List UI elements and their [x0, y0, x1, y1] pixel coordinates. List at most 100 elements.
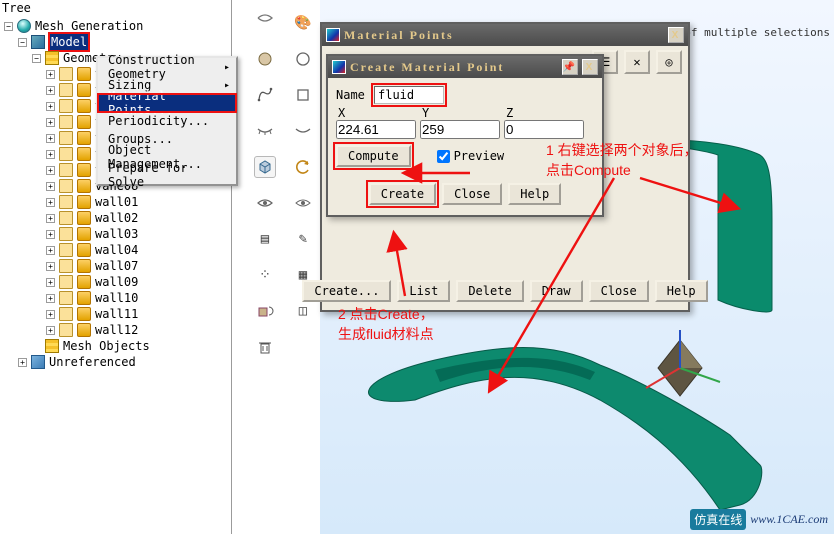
- annotation-1: 1 右键选择两个对象后， 点击Compute: [546, 140, 698, 180]
- compute-button[interactable]: Compute: [336, 145, 411, 167]
- expander-icon[interactable]: +: [46, 246, 55, 255]
- context-menu-item[interactable]: Prepare for Solve: [98, 166, 236, 184]
- create-button[interactable]: Create...: [302, 280, 391, 302]
- tree-row-root[interactable]: − Mesh Generation: [4, 18, 231, 34]
- sphere-icon[interactable]: [254, 48, 276, 70]
- folder-icon: [59, 195, 73, 209]
- expander-icon[interactable]: −: [18, 38, 27, 47]
- delete-button[interactable]: Delete: [456, 280, 523, 302]
- circle-tool-icon[interactable]: [292, 48, 314, 70]
- tree-row[interactable]: +wall09: [4, 274, 231, 290]
- select-icon[interactable]: ◫: [292, 300, 314, 322]
- list-button[interactable]: List: [397, 280, 450, 302]
- expander-icon[interactable]: +: [46, 294, 55, 303]
- z-input[interactable]: [504, 120, 584, 139]
- trash-icon[interactable]: [254, 336, 276, 358]
- part-icon: [77, 307, 91, 321]
- expander-icon[interactable]: +: [46, 214, 55, 223]
- watermark-url: www.1CAE.com: [750, 512, 828, 527]
- context-menu-item[interactable]: Material Points...: [98, 94, 236, 112]
- tree-row[interactable]: +wall11: [4, 306, 231, 322]
- expander-icon[interactable]: +: [46, 310, 55, 319]
- y-label: Y: [420, 106, 504, 120]
- part-icon: [77, 243, 91, 257]
- tree-row-model[interactable]: − Model: [4, 34, 231, 50]
- tree-row-unref[interactable]: + Unreferenced: [4, 354, 231, 370]
- x-label: X: [336, 106, 420, 120]
- tree-row[interactable]: + wall03: [4, 226, 231, 242]
- context-menu-item[interactable]: Construction Geometry: [98, 58, 236, 76]
- name-label: Name: [336, 88, 370, 102]
- expander-icon[interactable]: +: [18, 358, 27, 367]
- folder-icon: [59, 131, 73, 145]
- titlebar[interactable]: Material Points X: [322, 24, 688, 46]
- expander-icon[interactable]: +: [46, 326, 55, 335]
- folder-icon: [59, 83, 73, 97]
- square-tool-icon[interactable]: [292, 84, 314, 106]
- palette-icon[interactable]: 🎨: [292, 12, 314, 34]
- expander-icon[interactable]: +: [46, 230, 55, 239]
- tree-row[interactable]: + wall04: [4, 242, 231, 258]
- expander-icon[interactable]: −: [32, 54, 41, 63]
- expander-icon[interactable]: +: [46, 182, 55, 191]
- cube-select-icon[interactable]: [254, 156, 276, 178]
- x-input[interactable]: [336, 120, 416, 139]
- shape-rotate-icon[interactable]: [254, 300, 276, 322]
- part-icon: [77, 163, 91, 177]
- edit-tool-icon[interactable]: ✎: [292, 228, 314, 250]
- tree-row[interactable]: +wall07: [4, 258, 231, 274]
- nodes-icon[interactable]: ⁘: [254, 264, 276, 286]
- expander-icon[interactable]: +: [46, 166, 55, 175]
- draw-button[interactable]: Draw: [530, 280, 583, 302]
- tree-row[interactable]: + wall01: [4, 194, 231, 210]
- tree-label-item: wall03: [95, 226, 138, 242]
- part-icon: [77, 291, 91, 305]
- titlebar[interactable]: Create Material Point 📌 X: [328, 56, 602, 78]
- eye-open-icon[interactable]: [254, 192, 276, 214]
- spline-icon[interactable]: [254, 12, 276, 34]
- pin-icon[interactable]: 📌: [562, 59, 578, 75]
- close-button[interactable]: Close: [442, 183, 502, 205]
- select-overlay-icon[interactable]: ▤: [254, 228, 276, 250]
- geometry-icon: [45, 51, 59, 65]
- expander-icon[interactable]: +: [46, 102, 55, 111]
- tree-label-item: wall12: [95, 322, 138, 338]
- part-icon: [77, 99, 91, 113]
- expander-icon[interactable]: +: [46, 134, 55, 143]
- context-menu-item[interactable]: Periodicity...: [98, 112, 236, 130]
- expander-icon[interactable]: +: [46, 118, 55, 127]
- name-input[interactable]: [374, 86, 444, 104]
- help-button[interactable]: Help: [655, 280, 708, 302]
- expander-icon[interactable]: +: [46, 70, 55, 79]
- part-icon: [77, 259, 91, 273]
- unreferenced-icon: [31, 355, 45, 369]
- eye-open-icon[interactable]: [292, 192, 314, 214]
- expander-icon[interactable]: +: [46, 262, 55, 271]
- create-button[interactable]: Create: [369, 183, 436, 205]
- part-icon: [77, 83, 91, 97]
- close-icon[interactable]: X: [582, 59, 598, 75]
- close-icon[interactable]: X: [668, 27, 684, 43]
- tree-label-item: wall04: [95, 242, 138, 258]
- y-input[interactable]: [420, 120, 500, 139]
- tree-row[interactable]: +wall02: [4, 210, 231, 226]
- expander-icon[interactable]: +: [46, 198, 55, 207]
- expander-icon[interactable]: +: [46, 150, 55, 159]
- eye-closed-icon[interactable]: [292, 120, 314, 142]
- close-button[interactable]: Close: [589, 280, 649, 302]
- path-icon[interactable]: [254, 84, 276, 106]
- help-button[interactable]: Help: [508, 183, 561, 205]
- tree-row[interactable]: +wall10: [4, 290, 231, 306]
- tree-title: Tree: [0, 0, 231, 16]
- undo-icon[interactable]: [292, 156, 314, 178]
- tree-label-item: wall01: [95, 194, 138, 210]
- eye-closed-icon[interactable]: [254, 120, 276, 142]
- expander-icon[interactable]: +: [46, 86, 55, 95]
- expander-icon[interactable]: +: [46, 278, 55, 287]
- expander-icon[interactable]: −: [4, 22, 13, 31]
- delete-icon[interactable]: ✕: [624, 50, 650, 74]
- preview-checkbox[interactable]: [437, 150, 450, 163]
- target-icon[interactable]: ◎: [656, 50, 682, 74]
- tree-row-meshobjects[interactable]: Mesh Objects: [4, 338, 231, 354]
- tree-row[interactable]: + wall12: [4, 322, 231, 338]
